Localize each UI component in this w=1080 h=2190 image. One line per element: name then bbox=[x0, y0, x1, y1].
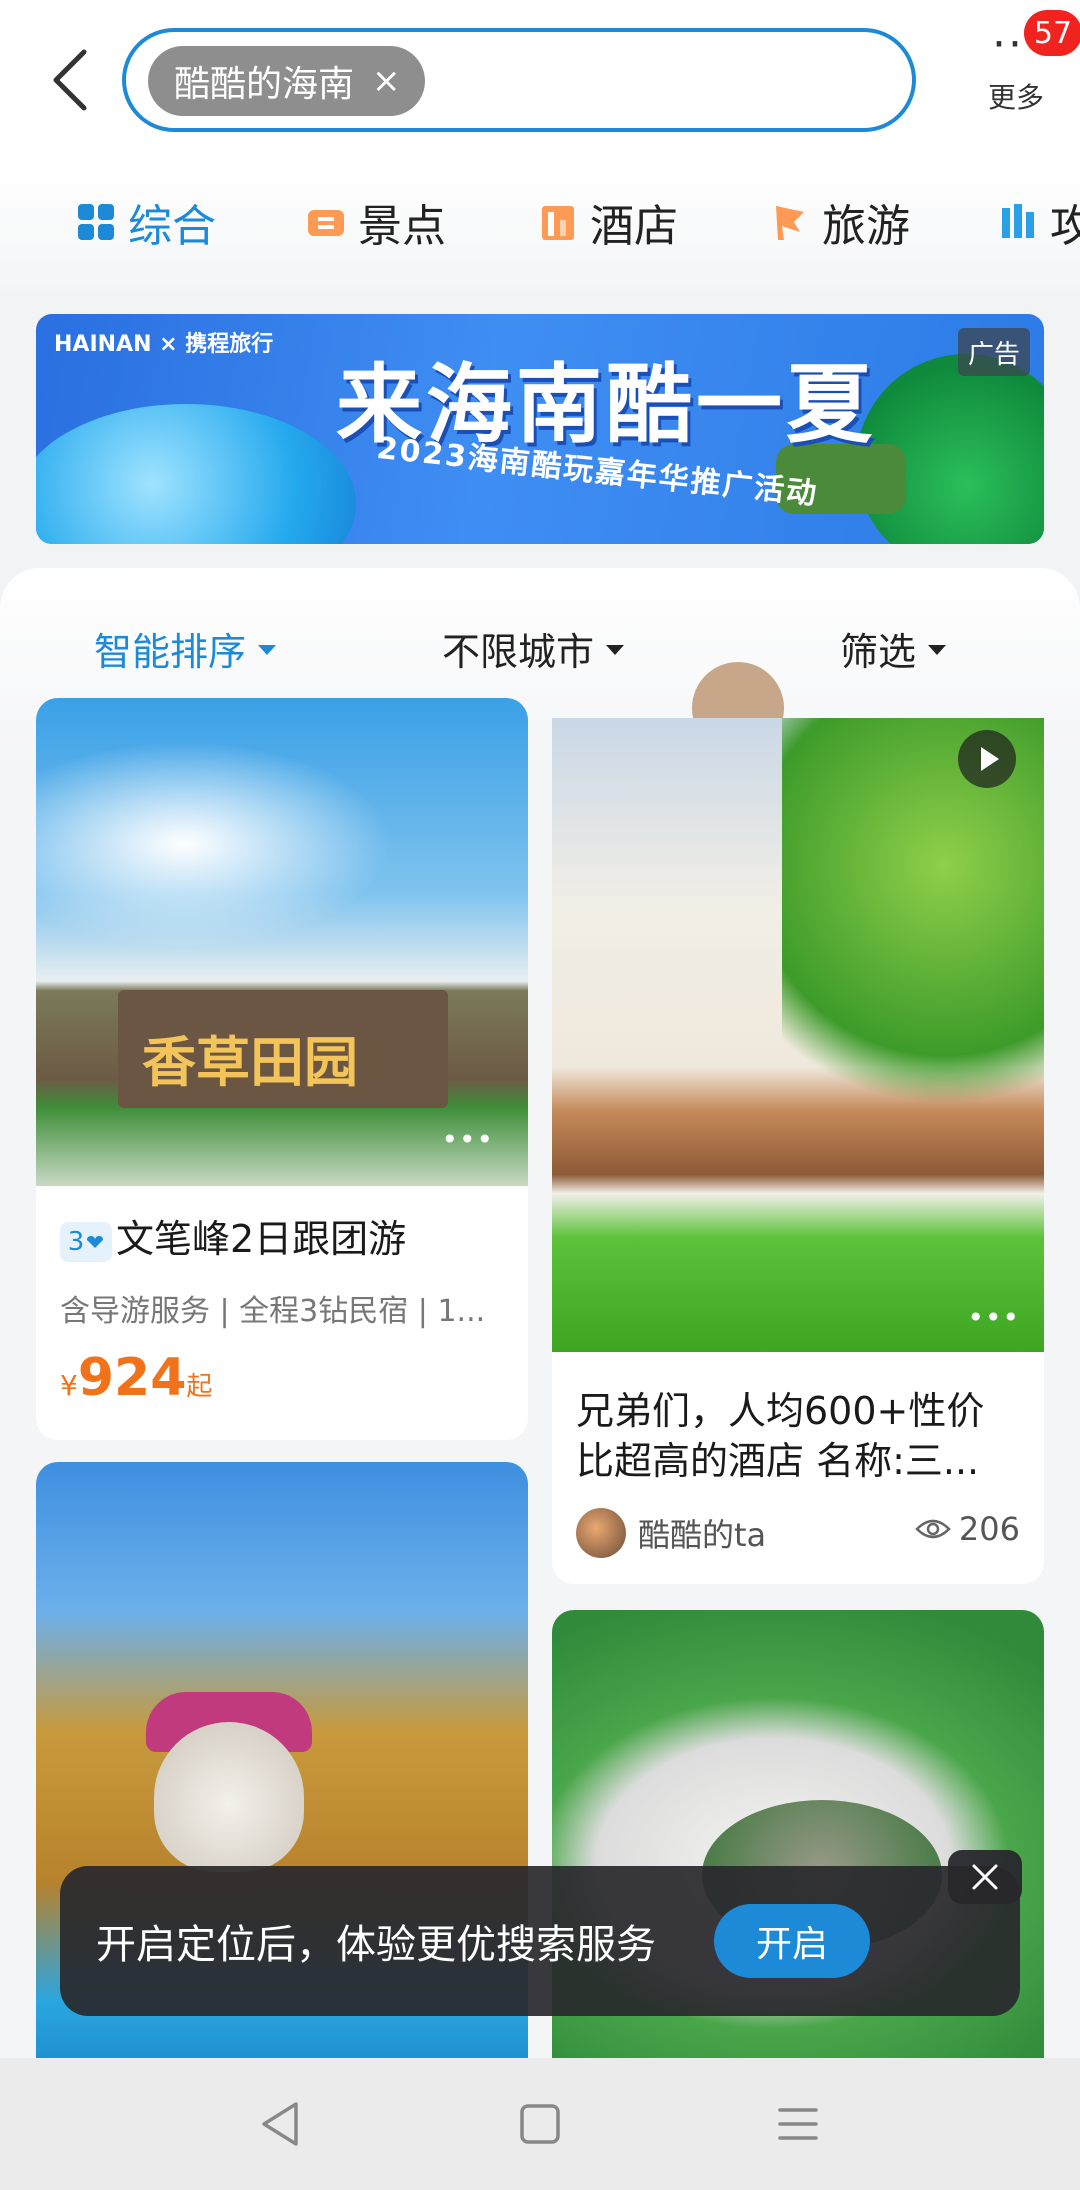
currency-symbol: ¥ bbox=[60, 1369, 78, 1402]
tab-guide[interactable]: 攻 bbox=[998, 182, 1080, 262]
sort-bar: 智能排序 不限城市 筛选 bbox=[0, 608, 1080, 688]
image-dots-icon: ••• bbox=[441, 1123, 494, 1156]
author-row[interactable]: 酷酷的ta bbox=[576, 1508, 766, 1558]
view-count: 206 bbox=[915, 1510, 1020, 1548]
eye-icon bbox=[915, 1519, 951, 1539]
nav-back-button[interactable] bbox=[250, 2094, 310, 2154]
hotel-image: ••• bbox=[552, 718, 1044, 1352]
search-input[interactable]: 酷酷的海南 × bbox=[122, 28, 916, 132]
tour-subtitle: 含导游服务 | 全程3钻民宿 | 1... bbox=[60, 1294, 486, 1329]
nav-menu-button[interactable] bbox=[768, 2094, 828, 2154]
city-label: 不限城市 bbox=[442, 629, 595, 674]
caret-down-icon bbox=[258, 645, 277, 655]
smart-sort-dropdown[interactable]: 智能排序 bbox=[94, 608, 277, 688]
rating-badge: 3 bbox=[60, 1221, 112, 1262]
author-name: 酷酷的ta bbox=[638, 1516, 767, 1554]
grid-icon bbox=[78, 204, 114, 240]
tab-attractions[interactable]: 景点 bbox=[306, 182, 446, 262]
square-home-icon bbox=[520, 2104, 560, 2144]
guide-icon bbox=[1002, 204, 1034, 238]
results-panel: 智能排序 不限城市 筛选 香草田园 ••• 3 文笔峰2日跟团游 含导游服务 |… bbox=[0, 568, 1080, 2070]
tab-travel[interactable]: 旅游 bbox=[770, 182, 910, 262]
wave-illustration bbox=[36, 404, 356, 544]
tab-hotels[interactable]: 酒店 bbox=[538, 182, 678, 262]
close-icon[interactable]: × bbox=[372, 61, 401, 101]
search-chip-label: 酷酷的海南 bbox=[174, 64, 355, 105]
tour-card[interactable]: 香草田园 ••• 3 文笔峰2日跟团游 含导游服务 | 全程3钻民宿 | 1..… bbox=[36, 698, 528, 1440]
caret-down-icon bbox=[606, 645, 625, 655]
filter-label: 筛选 bbox=[840, 629, 917, 674]
chevron-left-icon bbox=[53, 49, 87, 111]
triangle-back-icon bbox=[262, 2102, 298, 2146]
price-suffix: 起 bbox=[186, 1372, 213, 1402]
tour-image: 香草田园 ••• bbox=[36, 698, 528, 1186]
play-icon[interactable] bbox=[958, 730, 1016, 788]
hotel-icon bbox=[542, 206, 574, 240]
ticket-icon bbox=[308, 210, 344, 236]
avatar bbox=[576, 1508, 626, 1558]
back-button[interactable] bbox=[40, 42, 100, 118]
tour-title-text: 文笔峰2日跟团游 bbox=[116, 1217, 407, 1261]
flag-icon bbox=[776, 206, 804, 240]
city-dropdown[interactable]: 不限城市 bbox=[442, 608, 625, 688]
system-nav-bar bbox=[0, 2058, 1080, 2190]
category-tabs: 综合 景点 酒店 旅游 攻 bbox=[0, 182, 1080, 262]
top-header: 酷酷的海南 × ··· 更多 57 综合 景点 酒店 旅游 攻 bbox=[0, 0, 1080, 300]
menu-icon bbox=[778, 2108, 818, 2140]
garden-sign: 香草田园 bbox=[118, 990, 448, 1108]
smart-sort-label: 智能排序 bbox=[94, 629, 247, 674]
image-dots-icon: ••• bbox=[967, 1301, 1020, 1334]
price-value: 924 bbox=[77, 1348, 187, 1408]
toast-text: 开启定位后，体验更优搜索服务 bbox=[96, 1922, 656, 1968]
hotel-post-title: 兄弟们，人均600+性价比超高的酒店 名称:三... bbox=[576, 1389, 985, 1483]
tab-label: 综合 bbox=[128, 201, 216, 252]
heart-icon bbox=[87, 1235, 104, 1248]
hotel-post-card[interactable]: my d ••• 兄弟们，人均600+性价比超高的酒店 名称:三... 酷酷的t… bbox=[552, 662, 1044, 1584]
tour-title: 3 文笔峰2日跟团游 bbox=[60, 1214, 406, 1264]
tab-label: 景点 bbox=[358, 201, 446, 252]
toast-close-button[interactable] bbox=[948, 1850, 1022, 1904]
skull-illustration bbox=[154, 1722, 304, 1872]
more-button[interactable]: ··· 更多 57 bbox=[974, 10, 1080, 140]
promo-banner[interactable]: HAINAN × 携程旅行 来海南酷一夏 2023海南酷玩嘉年华推广活动 广告 bbox=[36, 314, 1044, 544]
tab-label: 酒店 bbox=[590, 201, 678, 252]
notification-badge: 57 bbox=[1024, 10, 1080, 56]
tab-label: 旅游 bbox=[822, 201, 910, 252]
tab-comprehensive[interactable]: 综合 bbox=[76, 182, 216, 262]
ad-tag: 广告 bbox=[958, 328, 1030, 376]
banner-logo: HAINAN × 携程旅行 bbox=[54, 332, 274, 357]
tab-label: 攻 bbox=[1050, 201, 1080, 252]
filter-dropdown[interactable]: 筛选 bbox=[840, 608, 947, 688]
close-icon bbox=[972, 1864, 998, 1890]
nav-home-button[interactable] bbox=[510, 2094, 570, 2154]
location-toast: 开启定位后，体验更优搜索服务 开启 bbox=[60, 1850, 1022, 2016]
rating-badge-number: 3 bbox=[67, 1226, 85, 1257]
view-count-value: 206 bbox=[958, 1510, 1020, 1548]
enable-location-button[interactable]: 开启 bbox=[714, 1904, 870, 1978]
tour-price: ¥924起 bbox=[60, 1348, 212, 1408]
play-triangle-icon bbox=[980, 747, 999, 771]
search-chip[interactable]: 酷酷的海南 × bbox=[148, 46, 425, 116]
more-label: 更多 bbox=[987, 81, 1044, 114]
garden-sign-text: 香草田园 bbox=[142, 1031, 358, 1094]
caret-down-icon bbox=[928, 645, 947, 655]
